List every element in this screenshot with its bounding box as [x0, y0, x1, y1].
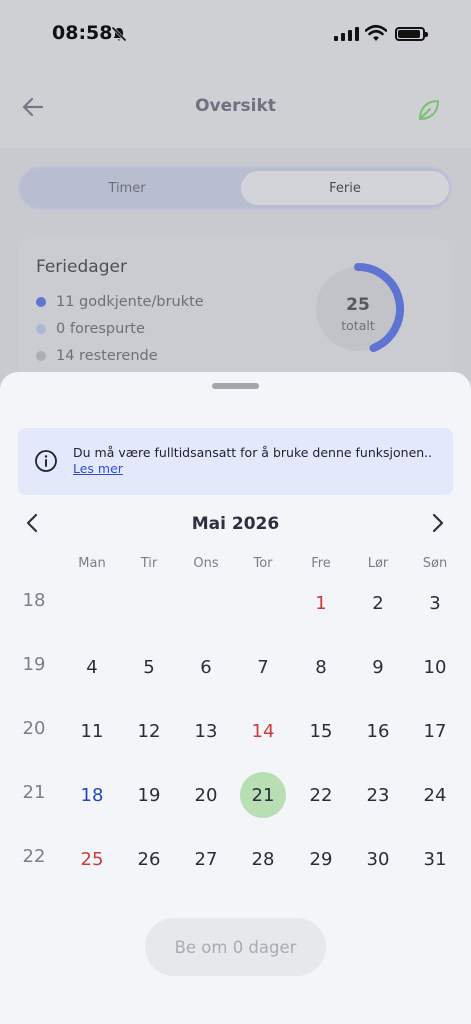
tab-timer[interactable]: Timer [23, 171, 231, 205]
calendar-day[interactable]: 28 [240, 836, 286, 882]
calendar-day[interactable]: 20 [183, 772, 229, 818]
weekday-label: Man [78, 556, 106, 571]
week-number: 19 [22, 654, 46, 675]
calendar-day[interactable]: 2 [355, 580, 401, 626]
calendar-day[interactable]: 24 [412, 772, 458, 818]
leaf-icon[interactable] [417, 98, 441, 126]
card-title: Feriedager [36, 257, 127, 277]
weekday-label: Fre [311, 556, 331, 571]
battery-icon [395, 27, 428, 41]
calendar-day[interactable]: 5 [126, 644, 172, 690]
calendar-day[interactable]: 8 [298, 644, 344, 690]
calendar-day[interactable]: 3 [412, 580, 458, 626]
tab-ferie[interactable]: Ferie [241, 171, 449, 205]
info-icon [34, 449, 58, 477]
calendar-day[interactable]: 19 [126, 772, 172, 818]
weekday-label: Tor [253, 556, 273, 571]
calendar-week-row: 18 1 2 3 [0, 580, 471, 644]
calendar-day[interactable]: 12 [126, 708, 172, 754]
legend-dot [36, 324, 46, 334]
calendar-day[interactable]: 13 [183, 708, 229, 754]
date-picker-sheet: Du må være fulltidsansatt for å bruke de… [0, 372, 471, 1024]
weekday-label: Lør [367, 556, 389, 571]
calendar-day[interactable]: 17 [412, 708, 458, 754]
legend-remaining: 14 resterende [36, 348, 158, 364]
calendar-week-row: 19 4 5 6 7 8 9 10 [0, 644, 471, 708]
calendar-day[interactable]: 1 [298, 580, 344, 626]
calendar-day[interactable]: 4 [69, 644, 115, 690]
wifi-icon [364, 24, 388, 46]
cellular-signal-icon [334, 27, 359, 41]
calendar-grid: Man Tir Ons Tor Fre Lør Søn 18 1 2 3 19 4 5 6 7 8 9 10 20 1… [0, 548, 471, 900]
view-toggle: Timer Ferie [18, 166, 452, 210]
calendar-day[interactable]: 30 [355, 836, 401, 882]
legend-label: 14 resterende [56, 348, 158, 364]
ring-total-number: 25 [346, 295, 370, 315]
info-message: Du må være fulltidsansatt for å bruke de… [73, 445, 433, 460]
calendar-day[interactable]: 25 [69, 836, 115, 882]
calendar-day[interactable]: 21 [240, 772, 286, 818]
weekday-label: Tir [140, 556, 158, 571]
weekday-header: Man Tir Ons Tor Fre Lør Søn [0, 548, 471, 580]
month-label: Mai 2026 [191, 514, 280, 534]
week-number: 22 [22, 846, 46, 867]
calendar-day[interactable]: 6 [183, 644, 229, 690]
calendar-day[interactable]: 9 [355, 644, 401, 690]
calendar-day[interactable]: 14 [240, 708, 286, 754]
calendar-day[interactable]: 23 [355, 772, 401, 818]
calendar-day[interactable]: 7 [240, 644, 286, 690]
week-number: 18 [22, 590, 46, 611]
info-banner: Du må være fulltidsansatt for å bruke de… [18, 428, 453, 495]
calendar-day[interactable]: 16 [355, 708, 401, 754]
calendar-day[interactable]: 26 [126, 836, 172, 882]
calendar-day[interactable]: 18 [69, 772, 115, 818]
legend-label: 0 forespurte [56, 321, 145, 337]
month-navigation: Mai 2026 [0, 510, 471, 540]
calendar-day[interactable]: 15 [298, 708, 344, 754]
week-number: 21 [22, 782, 46, 803]
week-number: 20 [22, 718, 46, 739]
status-bar: 08:58 [0, 0, 471, 70]
legend-dot [36, 351, 46, 361]
calendar-week-row: 21 18 19 20 21 22 23 24 [0, 772, 471, 836]
drag-handle[interactable] [212, 383, 259, 389]
legend-label: 11 godkjente/brukte [56, 294, 204, 310]
read-more-link[interactable]: Les mer [73, 461, 123, 476]
bell-off-icon [111, 26, 127, 46]
weekday-label: Ons [193, 556, 219, 571]
ring-total-label: totalt [341, 318, 375, 333]
request-days-button[interactable]: Be om 0 dager [145, 918, 326, 976]
calendar-week-row: 22 25 26 27 28 29 30 31 [0, 836, 471, 900]
legend-requested: 0 forespurte [36, 321, 145, 337]
status-time: 08:58 [52, 22, 113, 44]
calendar-day[interactable]: 22 [298, 772, 344, 818]
legend-approved: 11 godkjente/brukte [36, 294, 204, 310]
calendar-day[interactable]: 10 [412, 644, 458, 690]
calendar-week-row: 20 11 12 13 14 15 16 17 [0, 708, 471, 772]
page-title: Oversikt [195, 96, 276, 116]
weekday-label: Søn [422, 556, 448, 571]
legend-dot [36, 297, 46, 307]
calendar-day[interactable]: 29 [298, 836, 344, 882]
chevron-right-icon[interactable] [430, 513, 446, 537]
calendar-day[interactable]: 31 [412, 836, 458, 882]
app-header: Oversikt [0, 70, 471, 148]
calendar-day[interactable]: 11 [69, 708, 115, 754]
calendar-day[interactable]: 27 [183, 836, 229, 882]
